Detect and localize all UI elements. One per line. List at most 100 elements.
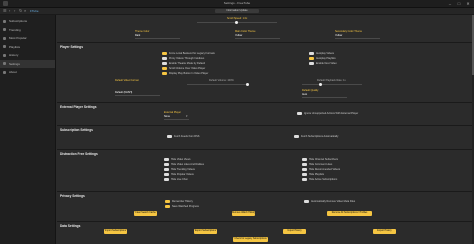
toggle-switch[interactable] xyxy=(164,163,169,166)
toggle-switch[interactable] xyxy=(302,178,307,181)
toggle-label: Hide Popular Videos xyxy=(171,173,194,176)
toggle-switch[interactable] xyxy=(302,163,307,166)
toggle-switch[interactable] xyxy=(309,52,314,55)
toggle-switch[interactable] xyxy=(304,200,309,203)
toggle-label: Ignore Unsupported Actions With External… xyxy=(304,112,359,115)
toggle-label: Save Watched Progress xyxy=(172,205,199,208)
toggle-switch[interactable] xyxy=(302,158,307,161)
toggle-label: Hide Channel Subscribers xyxy=(309,158,339,161)
video-format-underline xyxy=(115,95,160,96)
default-volume-slider[interactable] xyxy=(187,84,247,85)
toggle-switch[interactable] xyxy=(309,57,314,60)
close-button[interactable]: ✕ xyxy=(464,1,472,6)
main-color-label: Main Color Theme xyxy=(235,30,256,33)
toggle-label: Fetch Feeds from RSS xyxy=(174,135,200,138)
popular-icon xyxy=(3,36,6,40)
section-title: Subscription Settings xyxy=(60,128,93,132)
player-settings-section: Player Settings Force Local Backend for … xyxy=(57,42,474,102)
toggle-switch[interactable] xyxy=(162,72,167,75)
toggle-switch[interactable] xyxy=(167,135,172,138)
main-color-value[interactable]: Yellow xyxy=(235,34,242,37)
toggle-switch[interactable] xyxy=(302,173,307,176)
toggle-switch[interactable] xyxy=(162,57,167,60)
chevron-down-icon[interactable]: ▾ xyxy=(186,114,188,118)
minimize-button[interactable]: – xyxy=(446,1,454,6)
sidebar-item-about[interactable]: About xyxy=(0,68,55,77)
external-player-value[interactable]: None xyxy=(164,115,170,118)
data-settings-section: Data Settings Import Subscriptions Expor… xyxy=(57,221,474,244)
toolbar-link[interactable]: FTube xyxy=(30,9,39,13)
toggle-label: Hide Video Likes And Dislikes xyxy=(171,163,205,166)
toggle-switch[interactable] xyxy=(162,62,167,65)
import-subscriptions-button[interactable]: Import Subscriptions xyxy=(104,229,127,234)
toggle-switch[interactable] xyxy=(164,168,169,171)
default-volume-knob[interactable] xyxy=(246,83,249,86)
check-legacy-subscriptions-button[interactable]: Check for Legacy Subscriptions xyxy=(233,237,268,242)
toggle-switch[interactable] xyxy=(162,52,167,55)
back-icon[interactable]: ‹ xyxy=(9,9,13,13)
toggle-switch[interactable] xyxy=(164,158,169,161)
sidebar-item-subscriptions[interactable]: Subscriptions xyxy=(0,17,55,26)
clear-search-cache-button[interactable]: Clear Search Cache xyxy=(134,211,157,216)
video-format-value[interactable]: Default (DASH) xyxy=(115,91,132,94)
sidebar-item-label: About xyxy=(9,70,17,75)
toggle-switch[interactable] xyxy=(165,205,170,208)
section-title: Distraction Free Settings xyxy=(60,152,98,156)
privacy-settings-section: Privacy Settings Remember History Save W… xyxy=(57,191,474,221)
sidebar-item-playlists[interactable]: Playlists xyxy=(0,43,55,52)
export-subscriptions-button[interactable]: Export Subscriptions xyxy=(194,229,217,234)
external-player-underline xyxy=(164,119,189,120)
scroll-speed-knob[interactable] xyxy=(235,21,238,24)
toggle-switch[interactable] xyxy=(164,178,169,181)
sidebar-item-label: History xyxy=(9,53,19,58)
secondary-color-underline xyxy=(335,38,380,39)
toggle-label: Hide Trending Videos xyxy=(171,168,195,171)
sidebar: Subscriptions Trending Most Popular Play… xyxy=(0,15,56,244)
toggle-label: Hide Recommended Videos xyxy=(309,168,341,171)
secondary-color-value[interactable]: Yellow xyxy=(335,34,342,37)
toggle-switch[interactable] xyxy=(302,168,307,171)
window-title: Settings - FreeTube xyxy=(223,1,251,5)
export-history-button[interactable]: Export History xyxy=(373,229,396,234)
sidebar-item-most-popular[interactable]: Most Popular xyxy=(0,34,55,43)
toggle-switch[interactable] xyxy=(162,67,167,70)
sidebar-item-history[interactable]: History xyxy=(0,51,55,60)
forward-icon[interactable]: › xyxy=(14,9,18,13)
theme-color-value[interactable]: Dark xyxy=(135,34,140,37)
toolbar: ☰ ‹ › ↻ ⌕ FTube Information Update xyxy=(0,8,474,15)
toggle-label: Autoplay Playlists xyxy=(316,57,336,60)
toggle-switch[interactable] xyxy=(297,112,302,115)
toggle-label: Enable Theatre Mode by Default xyxy=(169,62,205,65)
maximize-button[interactable]: □ xyxy=(455,1,463,6)
playback-rate-slider[interactable] xyxy=(302,84,362,85)
section-title: Privacy Settings xyxy=(60,194,85,198)
update-banner[interactable]: Information Update xyxy=(215,9,259,13)
playback-rate-label: Default Playback Rate: 1x xyxy=(317,79,346,82)
toggle-label: Display Play Button In Video Player xyxy=(169,72,209,75)
toggle-switch[interactable] xyxy=(165,200,170,203)
menu-icon[interactable]: ☰ xyxy=(3,9,7,13)
toggle-switch[interactable] xyxy=(309,62,314,65)
toggle-label: Hide Live Chat xyxy=(171,178,188,181)
remove-watch-history-button[interactable]: Remove Watch History xyxy=(232,211,255,216)
toggle-switch[interactable] xyxy=(294,135,299,138)
search-icon[interactable]: ⌕ xyxy=(24,9,28,13)
remove-subscriptions-button[interactable]: Remove All Subscriptions / Profiles xyxy=(327,211,372,216)
import-history-button[interactable]: Import History xyxy=(283,229,306,234)
sidebar-item-trending[interactable]: Trending xyxy=(0,26,55,35)
toggle-switch[interactable] xyxy=(164,173,169,176)
trending-icon xyxy=(3,28,6,32)
title-bar: Settings - FreeTube – □ ✕ xyxy=(0,0,474,8)
section-title: Player Settings xyxy=(60,45,84,49)
toggle-label: Proxy Videos Through Invidious xyxy=(169,57,205,60)
playback-rate-knob[interactable] xyxy=(319,83,322,86)
refresh-icon[interactable]: ↻ xyxy=(19,9,23,13)
subscriptions-icon xyxy=(3,19,6,23)
sidebar-item-settings[interactable]: Settings xyxy=(0,59,55,68)
quality-value[interactable]: Auto xyxy=(302,93,307,96)
toggle-label: Fetch Subscriptions Automatically xyxy=(301,135,339,138)
toggle-label: Autoplay Videos xyxy=(316,52,335,55)
section-title: Data Settings xyxy=(60,224,81,228)
toggle-label: Enable Next Video xyxy=(316,62,337,65)
sidebar-item-label: Trending xyxy=(9,27,21,32)
